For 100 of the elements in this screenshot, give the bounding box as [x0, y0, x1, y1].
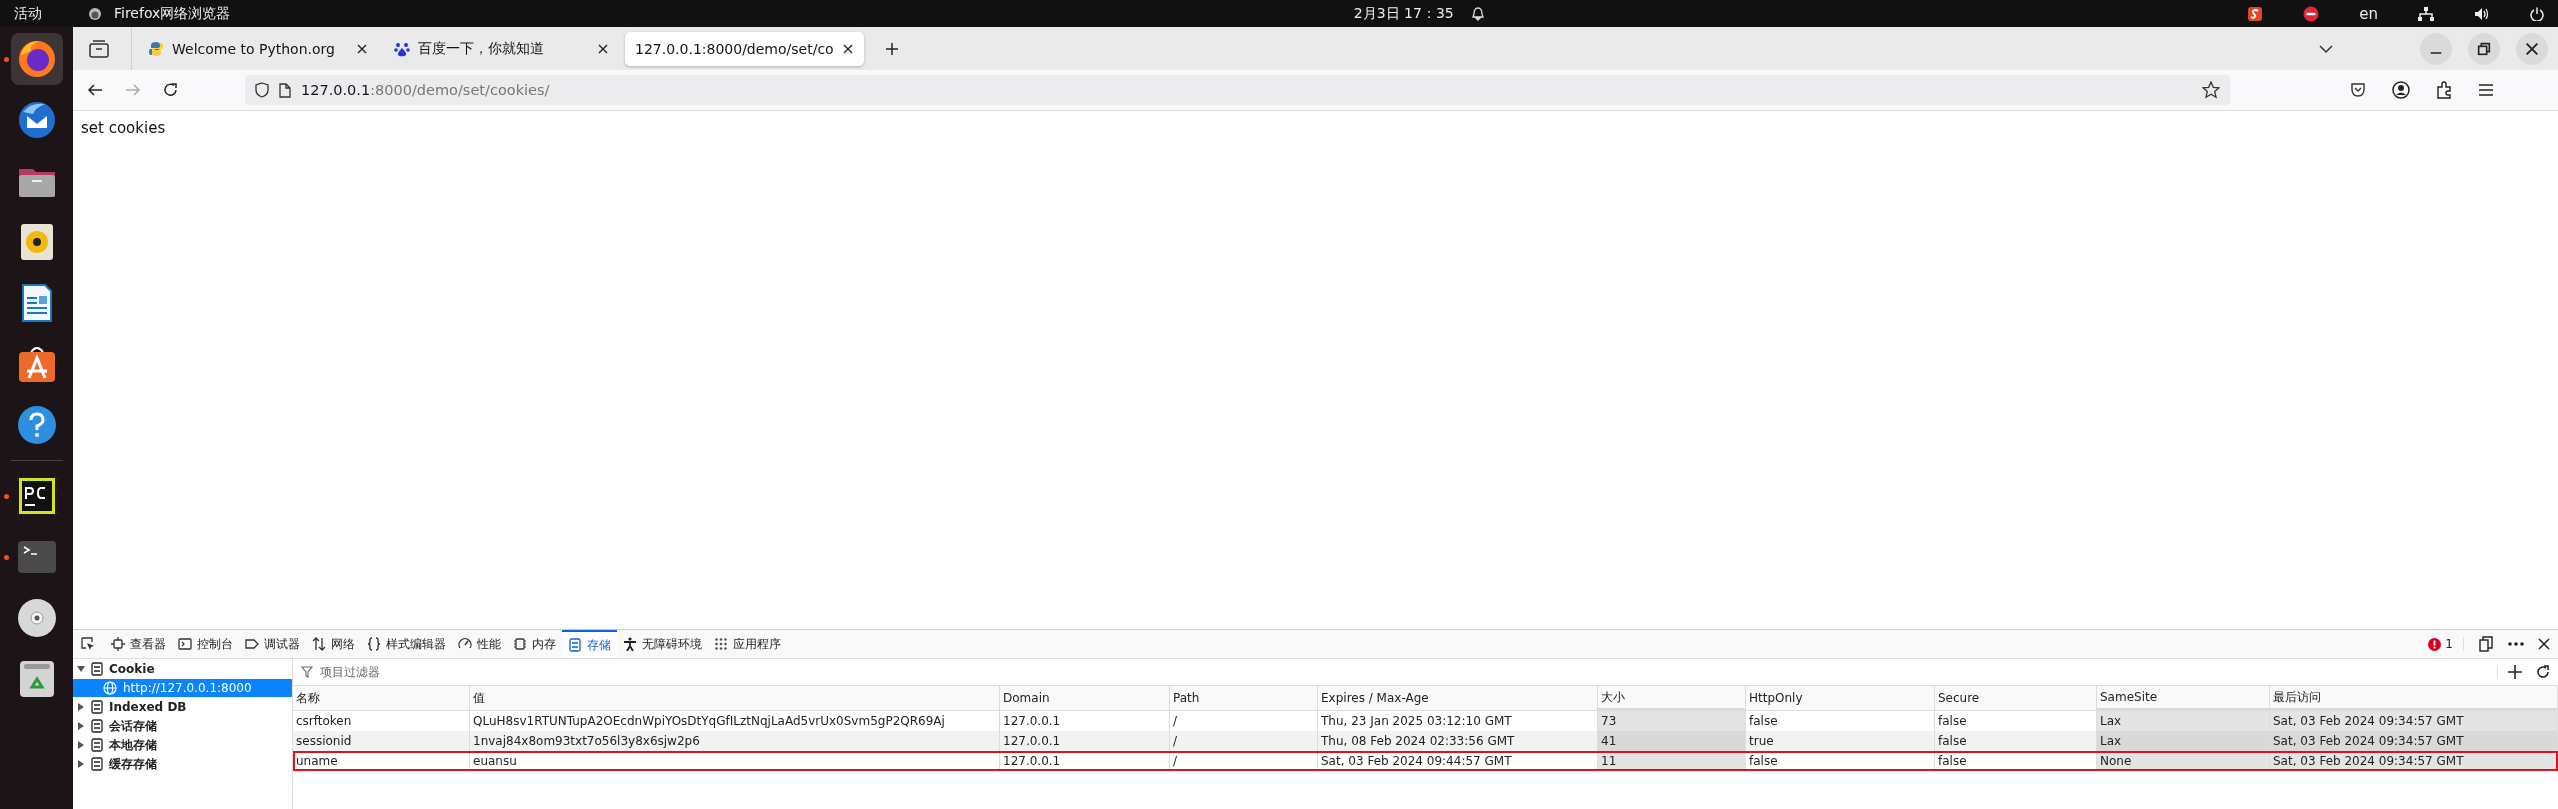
bell-icon[interactable] — [1471, 6, 1484, 21]
devtools-tab[interactable]: 存储 — [562, 630, 617, 658]
person-icon — [623, 637, 637, 651]
disclosure-triangle-icon[interactable] — [77, 665, 85, 673]
devtools-tab[interactable]: 内存 — [507, 630, 562, 658]
error-count[interactable]: 1 — [2428, 637, 2464, 651]
tree-item[interactable]: Indexed DB — [73, 698, 292, 716]
tab-list-icon[interactable] — [89, 39, 109, 58]
back-icon[interactable] — [87, 83, 103, 97]
address-bar[interactable]: 127.0.0.1:8000/demo/set/cookies/ — [245, 75, 2230, 105]
filter-field[interactable]: 项目过滤器 — [318, 664, 622, 680]
browser-tab[interactable]: Welcome to Python.org — [138, 31, 378, 66]
chevron-down-icon[interactable] — [2318, 43, 2334, 54]
app-menu[interactable]: Firefox网络浏览器 — [114, 4, 231, 23]
storage-icon — [91, 662, 103, 676]
table-cell: / — [1170, 731, 1318, 751]
browser-tab[interactable]: 百度一下，你就知道 — [384, 31, 619, 66]
restore-button[interactable] — [2468, 32, 2500, 65]
clock[interactable]: 2月3日 17：35 — [1353, 4, 1454, 23]
power-icon[interactable] — [2530, 6, 2544, 21]
filter-icon — [301, 666, 313, 678]
disclosure-triangle-icon[interactable] — [77, 722, 85, 730]
tree-item[interactable]: Cookie — [73, 660, 292, 678]
grid-icon — [714, 637, 728, 651]
dock-side-icon[interactable] — [2478, 636, 2494, 652]
element-picker-icon[interactable] — [81, 637, 95, 651]
storage-icon — [91, 738, 103, 752]
column-header[interactable]: 值 — [470, 686, 1000, 710]
storage-icon — [568, 638, 582, 652]
table-cell: None — [2097, 751, 2270, 771]
table-row[interactable]: sessionid 1nvaj84x8om93txt7o56l3y8x6sjw2p6 127.0.0.1 / Thu, 08 Feb 2024 02:33:56 GMT 41 true false Lax Sat, 03 Feb 2024 09:34:57 GMT — [293, 731, 2558, 751]
puzzle-piece-icon[interactable] — [2436, 81, 2452, 99]
disclosure-triangle-icon[interactable] — [77, 741, 85, 749]
refresh-icon[interactable] — [2536, 665, 2550, 679]
table-cell: 41 — [1598, 731, 1746, 751]
add-icon[interactable] — [2508, 665, 2522, 679]
close-icon[interactable] — [2538, 638, 2550, 650]
page-text: set cookies — [81, 119, 166, 137]
close-tab-icon[interactable] — [841, 42, 854, 55]
table-cell: euansu — [470, 751, 1000, 771]
globe-icon — [103, 681, 117, 695]
column-header[interactable]: HttpOnly — [1746, 686, 1935, 710]
table-cell: 1nvaj84x8om93txt7o56l3y8x6sjw2p6 — [470, 731, 1000, 751]
browser-tab[interactable]: 127.0.0.1:8000/demo/set/co — [625, 31, 864, 66]
console-icon — [178, 637, 192, 651]
column-header[interactable]: Domain — [1000, 686, 1170, 710]
url-text: 127.0.0.1:8000/demo/set/cookies/ — [301, 82, 551, 98]
devtools-tab[interactable]: 样式编辑器 — [361, 630, 452, 658]
close-tab-icon[interactable] — [356, 42, 368, 55]
up-down-arrows-icon — [312, 637, 326, 651]
volume-icon[interactable] — [2474, 6, 2490, 21]
table-cell: false — [1746, 751, 1935, 771]
disclosure-triangle-icon[interactable] — [77, 760, 85, 768]
tab-title: Welcome to Python.org — [172, 40, 336, 57]
account-icon[interactable] — [2392, 81, 2410, 99]
activities-button[interactable]: 活动 — [14, 4, 42, 23]
table-cell: Sat, 03 Feb 2024 09:34:57 GMT — [2270, 751, 2558, 771]
devtools-tab[interactable]: 控制台 — [172, 630, 239, 658]
storage-icon — [91, 700, 103, 714]
error-icon — [2428, 637, 2442, 651]
table-row[interactable]: uname euansu 127.0.0.1 / Sat, 03 Feb 2024 09:44:57 GMT 11 false false None Sat, 03 Feb 2024 09:34:57 GMT — [293, 751, 2558, 771]
new-tab-icon[interactable] — [883, 40, 900, 57]
tree-item[interactable]: http://127.0.0.1:8000 — [73, 679, 292, 697]
table-cell: true — [1746, 731, 1935, 751]
star-icon[interactable] — [2202, 81, 2220, 99]
devtools-tab[interactable]: 性能 — [452, 630, 507, 658]
network-icon[interactable] — [2418, 6, 2434, 21]
tree-item[interactable]: 缓存存储 — [73, 755, 292, 773]
paw-icon — [394, 40, 410, 57]
no-entry-icon[interactable] — [2303, 5, 2320, 22]
close-tab-icon[interactable] — [597, 42, 609, 55]
disclosure-triangle-icon[interactable] — [77, 703, 85, 711]
devtools-tab[interactable]: 调试器 — [239, 630, 306, 658]
language-indicator[interactable]: en — [2359, 4, 2378, 23]
dock-item[interactable] — [10, 33, 63, 85]
input-method-icon[interactable] — [2247, 5, 2264, 22]
menu-icon[interactable] — [2478, 83, 2494, 97]
reload-icon[interactable] — [163, 82, 179, 98]
table-cell: 11 — [1598, 751, 1746, 771]
shield-icon[interactable] — [255, 82, 269, 98]
storage-icon — [91, 719, 103, 733]
column-header[interactable]: Expires / Max-Age — [1318, 686, 1598, 710]
devtools-tab[interactable]: 查看器 — [105, 630, 172, 658]
column-header[interactable]: Secure — [1935, 686, 2097, 710]
target-icon — [111, 637, 125, 651]
table-cell: / — [1170, 751, 1318, 771]
table-cell: Lax — [2097, 711, 2270, 731]
table-cell: 73 — [1598, 711, 1746, 731]
column-header[interactable]: Path — [1170, 686, 1318, 710]
devtools-tab[interactable]: 无障碍环境 — [617, 630, 708, 658]
column-header[interactable]: 名称 — [293, 686, 470, 710]
page-icon[interactable] — [279, 82, 291, 98]
storage-icon — [91, 757, 103, 771]
more-icon[interactable] — [2508, 642, 2524, 646]
tree-item[interactable]: 本地存储 — [73, 736, 292, 754]
close-button[interactable] — [2516, 32, 2548, 65]
devtools-tab[interactable]: 应用程序 — [708, 630, 787, 658]
pocket-icon[interactable] — [2350, 82, 2366, 98]
devtools-tab[interactable]: 网络 — [306, 630, 361, 658]
tree-item[interactable]: 会话存储 — [73, 717, 292, 735]
